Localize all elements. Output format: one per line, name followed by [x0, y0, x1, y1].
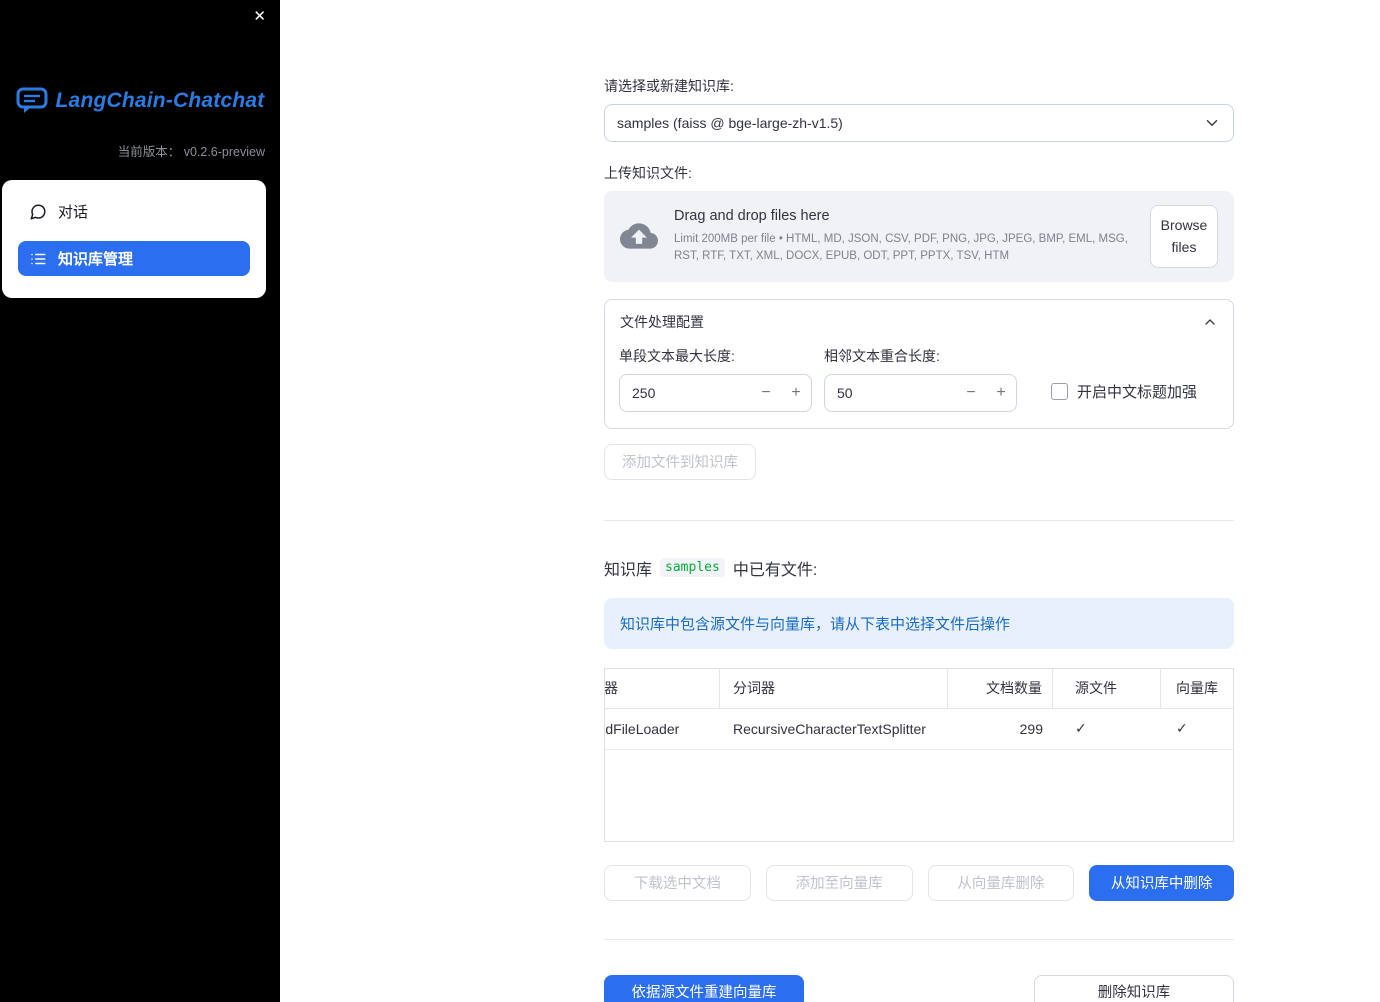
files-table: 文档加载器 分词器 文档数量 源文件 向量库 UnstructuredFileL… — [604, 667, 1234, 842]
table-header-row: 文档加载器 分词器 文档数量 源文件 向量库 — [605, 668, 1233, 709]
dropzone-title: Drag and drop files here — [674, 208, 830, 225]
expander-header[interactable]: 文件处理配置 — [605, 300, 1233, 344]
chunk-size-group: 单段文本最大长度: 250 − + — [619, 346, 812, 412]
app-logo: LangChain-Chatchat — [0, 87, 280, 114]
logo-chat-icon — [16, 87, 48, 114]
kb-files-suffix: 中已有文件: — [732, 561, 818, 579]
plus-button[interactable]: + — [781, 384, 811, 402]
nav-item-label: 知识库管理 — [58, 251, 134, 268]
rebuild-vector-store-button[interactable]: 依据源文件重建向量库 — [604, 974, 804, 1002]
checkbox-label: 开启中文标题加强 — [1077, 383, 1198, 401]
table-row[interactable]: UnstructuredFileLoader RecursiveCharacte… — [605, 709, 1233, 750]
file-action-buttons: 下载选中文档 添加至向量库 从向量库删除 从知识库中删除 — [604, 864, 1234, 901]
app-title: LangChain-Chatchat — [55, 88, 265, 112]
dropzone-text: Drag and drop files here Limit 200MB per… — [674, 208, 1134, 264]
info-banner: 知识库中包含源文件与向量库，请从下表中选择文件后操作 — [604, 597, 1234, 649]
expander-body: 单段文本最大长度: 250 − + 相邻文本重合长度: 50 − + 开启中文标… — [605, 344, 1233, 428]
browse-files-button[interactable]: Browse files — [1150, 205, 1218, 268]
sidebar-nav: 对话 知识库管理 — [2, 180, 266, 298]
content-column: 请选择或新建知识库: samples (faiss @ bge-large-zh… — [604, 0, 1234, 1002]
plus-button[interactable]: + — [986, 384, 1016, 402]
cell-splitter: RecursiveCharacterTextSplitter — [733, 720, 926, 737]
close-sidebar-icon[interactable]: ✕ — [253, 8, 266, 26]
table-header-source-file: 源文件 — [1053, 668, 1161, 708]
upload-label: 上传知识文件: — [604, 165, 692, 181]
kb-files-prefix: 知识库 — [604, 561, 653, 579]
expander-title: 文件处理配置 — [620, 313, 704, 330]
cloud-upload-icon — [620, 221, 658, 251]
file-config-expander: 文件处理配置 单段文本最大长度: 250 − + 相邻文本重合长度: 50 − … — [604, 298, 1234, 429]
table-empty-area — [605, 750, 1233, 841]
table-header-doc-count: 文档数量 — [948, 668, 1053, 708]
chevron-down-icon — [1203, 114, 1221, 132]
divider — [604, 519, 1234, 521]
file-dropzone[interactable]: Drag and drop files here Limit 200MB per… — [604, 191, 1234, 282]
version-label: 当前版本： v0.2.6-preview — [117, 145, 265, 159]
minus-button[interactable]: − — [956, 384, 986, 402]
dropzone-limit: Limit 200MB per file • HTML, MD, JSON, C… — [674, 233, 1128, 262]
cell-loader: UnstructuredFileLoader — [605, 720, 680, 737]
sidebar: ✕ LangChain-Chatchat 当前版本： v0.2.6-previe… — [0, 0, 280, 1002]
kb-select[interactable]: samples (faiss @ bge-large-zh-v1.5) — [604, 104, 1234, 142]
delete-from-kb-button[interactable]: 从知识库中删除 — [1089, 864, 1234, 901]
cell-source-file-check: ✓ — [1075, 720, 1087, 737]
table-header-vector-store: 向量库 — [1176, 680, 1218, 697]
overlap-size-value: 50 — [837, 384, 853, 401]
nav-item-label: 对话 — [58, 204, 89, 221]
kb-files-heading: 知识库 samples 中已有文件: — [604, 556, 1234, 580]
cell-doc-count: 299 — [1019, 720, 1043, 737]
kb-name-code: samples — [660, 558, 725, 578]
minus-button[interactable]: − — [751, 384, 781, 402]
app-root: ✕ LangChain-Chatchat 当前版本： v0.2.6-previe… — [0, 0, 1380, 1002]
main-area: 请选择或新建知识库: samples (faiss @ bge-large-zh… — [280, 0, 1380, 1002]
kb-action-buttons: 依据源文件重建向量库 删除知识库 — [604, 974, 1234, 1002]
overlap-size-group: 相邻文本重合长度: 50 − + — [824, 346, 1017, 412]
add-to-vector-store-button[interactable]: 添加至向量库 — [765, 864, 913, 901]
kb-select-label: 请选择或新建知识库: — [604, 78, 734, 94]
download-selected-button[interactable]: 下载选中文档 — [604, 864, 751, 901]
delete-from-vector-store-button[interactable]: 从向量库删除 — [927, 864, 1075, 901]
overlap-size-label: 相邻文本重合长度: — [824, 347, 940, 364]
chunk-size-label: 单段文本最大长度: — [619, 347, 735, 364]
chunk-size-input[interactable]: 250 − + — [619, 373, 812, 412]
delete-kb-button[interactable]: 删除知识库 — [1034, 974, 1234, 1002]
sidebar-item-dialogue[interactable]: 对话 — [18, 194, 250, 229]
chat-icon — [29, 203, 47, 221]
sidebar-item-knowledge-base[interactable]: 知识库管理 — [18, 241, 250, 276]
checkbox-icon — [1051, 382, 1068, 400]
table-header-splitter: 分词器 — [720, 668, 948, 708]
kb-select-value: samples (faiss @ bge-large-zh-v1.5) — [617, 115, 843, 131]
zh-title-enhance-checkbox[interactable]: 开启中文标题加强 — [1051, 381, 1197, 402]
list-icon — [29, 250, 47, 268]
add-files-button[interactable]: 添加文件到知识库 — [604, 443, 756, 480]
overlap-size-input[interactable]: 50 − + — [824, 373, 1017, 412]
cell-vector-store-check: ✓ — [1176, 720, 1188, 737]
table-header-loader: 文档加载器 — [605, 668, 720, 708]
chevron-up-icon — [1202, 314, 1218, 330]
chunk-size-value: 250 — [632, 384, 656, 401]
divider — [604, 938, 1234, 940]
